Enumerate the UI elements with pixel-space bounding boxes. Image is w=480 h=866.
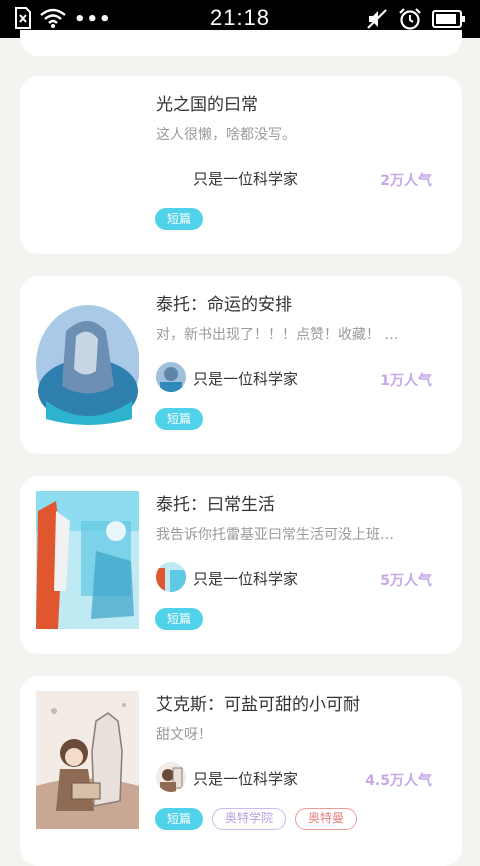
book-title: 泰托：曰常生活 [156,495,275,515]
tag-short[interactable]: 短篇 [155,608,204,630]
book-cover [36,691,139,829]
tag-short[interactable]: 短篇 [155,408,204,430]
tag-list: 短篇 [155,608,204,630]
book-description: 甜文呀！ [156,727,212,743]
author-name[interactable]: 只是一位科学家 [193,168,298,189]
tag-short[interactable]: 短篇 [155,808,204,830]
tag-list: 短篇 [155,208,204,230]
book-title: 泰托：命运的安排 [156,295,292,315]
book-cover [36,491,139,629]
book-title: 艾克斯：可盐可甜的小可耐 [156,695,360,715]
book-description: 我告诉你托雷基亚曰常生活可没上班… [156,527,394,543]
popularity-count: 2万人气 [380,173,432,189]
popularity-count: 5万人气 [380,573,432,589]
book-cover [36,91,139,229]
author-name[interactable]: 只是一位科学家 [193,368,298,389]
book-card-partial[interactable] [20,30,462,56]
tag-list: 短篇 [155,408,204,430]
avatar[interactable] [156,562,186,592]
tag-short[interactable]: 短篇 [155,208,204,230]
book-card[interactable]: 艾克斯：可盐可甜的小可耐 甜文呀！ 只是一位科学家 4.5万人气 短篇 奥特学院… [20,676,462,866]
book-card[interactable]: 泰托：曰常生活 我告诉你托雷基亚曰常生活可没上班… 只是一位科学家 5万人气 短… [20,476,462,654]
avatar[interactable] [156,762,186,792]
book-description: 对，新书出现了！！！点赞！收藏！ … [156,327,399,343]
book-description: 这人很懒，啥都没写。 [156,127,296,143]
popularity-count: 4.5万人气 [365,773,432,789]
tag-ultraman[interactable]: 奥特曼 [295,808,358,830]
book-cover [36,291,139,429]
tag-list: 短篇 奥特学院 奥特曼 [155,808,358,830]
avatar[interactable] [156,362,186,392]
tag-ultra-academy[interactable]: 奥特学院 [212,808,287,830]
author-name[interactable]: 只是一位科学家 [193,768,298,789]
book-card[interactable]: 光之国的曰常 这人很懒，啥都没写。 只是一位科学家 2万人气 短篇 [20,76,462,254]
popularity-count: 1万人气 [380,373,432,389]
book-card[interactable]: 泰托：命运的安排 对，新书出现了！！！点赞！收藏！ … 只是一位科学家 1万人气… [20,276,462,454]
book-title: 光之国的曰常 [156,95,258,115]
author-name[interactable]: 只是一位科学家 [193,568,298,589]
